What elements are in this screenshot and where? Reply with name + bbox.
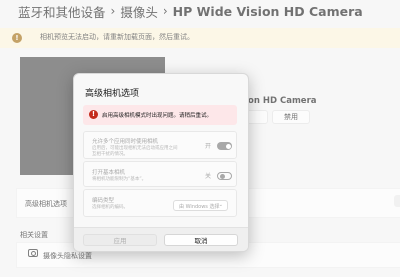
advanced-camera-dialog: 高级相机选项 ! 启用高级相机模式时出现问题。请稍后重试。 允许多个应用同时使用… bbox=[73, 73, 249, 252]
basic-camera-title: 打开基本相机 bbox=[92, 170, 126, 176]
multi-app-setting: 允许多个应用同时使用相机 启用后，可能出现相机无法启动或应用之间 互相干扰的情况… bbox=[83, 131, 237, 159]
multi-app-state: 开 bbox=[205, 143, 212, 150]
encoding-select-value: 由 Windows 选择 bbox=[179, 204, 220, 210]
basic-camera-state: 关 bbox=[205, 173, 212, 180]
cancel-button[interactable]: 取消 bbox=[164, 234, 238, 246]
dialog-title: 高级相机选项 bbox=[85, 89, 140, 99]
multi-app-desc: 互相干扰的情况。 bbox=[92, 152, 128, 157]
basic-camera-setting: 打开基本相机 将相机功能限制为“基本”。 关 bbox=[83, 161, 237, 187]
error-text: 启用高级相机模式时出现问题。请稍后重试。 bbox=[102, 113, 213, 119]
encoding-desc: 选择相机的编码。 bbox=[92, 205, 128, 210]
error-icon: ! bbox=[89, 110, 98, 119]
basic-camera-desc: 将相机功能限制为“基本”。 bbox=[92, 177, 147, 182]
chevron-down-icon: ⌄ bbox=[218, 202, 223, 208]
dialog-footer: 应用 取消 bbox=[74, 227, 248, 251]
encoding-setting: 编码类型 选择相机的编码。 由 Windows 选择 ⌄ bbox=[83, 189, 237, 217]
apply-button[interactable]: 应用 bbox=[83, 234, 157, 246]
multi-app-title: 允许多个应用同时使用相机 bbox=[92, 139, 159, 145]
basic-camera-toggle[interactable] bbox=[217, 172, 232, 180]
encoding-select[interactable]: 由 Windows 选择 ⌄ bbox=[173, 200, 228, 211]
multi-app-toggle[interactable] bbox=[217, 142, 232, 150]
error-banner: ! 启用高级相机模式时出现问题。请稍后重试。 bbox=[83, 105, 237, 125]
encoding-title: 编码类型 bbox=[92, 198, 115, 204]
